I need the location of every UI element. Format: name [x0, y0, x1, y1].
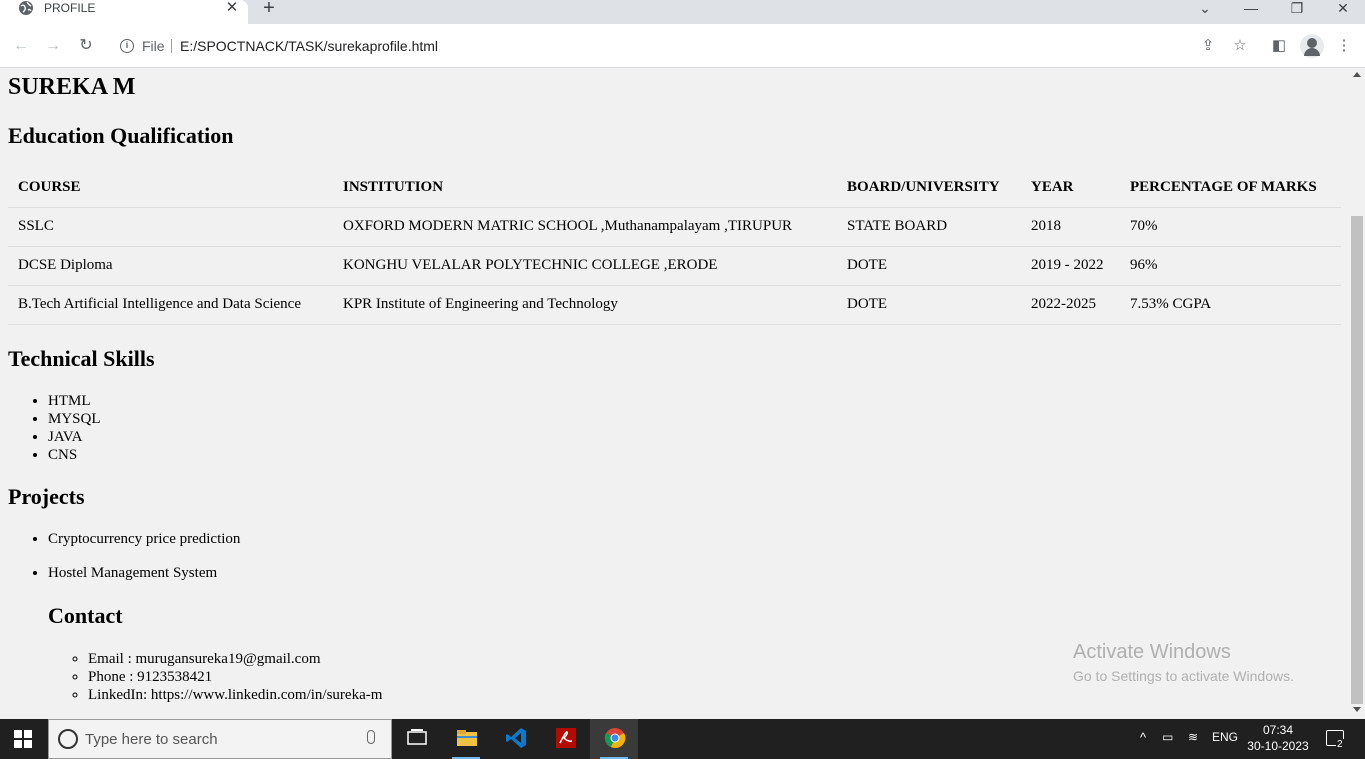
table-cell: B.Tech Artificial Intelligence and Data … [8, 285, 333, 325]
vertical-scrollbar[interactable] [1349, 68, 1365, 719]
watermark-subtitle: Go to Settings to activate Windows. [1073, 668, 1294, 684]
browser-toolbar: ← → ↻ i File E:/SPOCTNACK/TASK/surekapro… [0, 24, 1365, 68]
contact-list: Email : murugansureka19@gmail.com Phone … [88, 650, 382, 704]
star-icon[interactable]: ☆ [1230, 36, 1250, 56]
task-view-icon[interactable] [392, 719, 440, 759]
windows-start-icon[interactable] [14, 730, 32, 748]
list-item: Hostel Management System [48, 564, 240, 582]
profile-icon[interactable] [1300, 34, 1324, 58]
scroll-down-arrow[interactable] [1353, 707, 1361, 712]
projects-heading: Projects [8, 484, 85, 509]
list-item: HTML [48, 392, 101, 410]
table-row: B.Tech Artificial Intelligence and Data … [8, 285, 1341, 325]
table-cell: KONGHU VELALAR POLYTECHNIC COLLEGE ,EROD… [333, 246, 837, 286]
table-row: SSLC OXFORD MODERN MATRIC SCHOOL ,Muthan… [8, 207, 1341, 247]
column-header: YEAR [1021, 168, 1120, 208]
table-cell: DOTE [837, 246, 1021, 286]
table-cell: 2022-2025 [1021, 285, 1120, 325]
table-cell: KPR Institute of Engineering and Technol… [333, 285, 837, 325]
list-item: LinkedIn: https://www.linkedin.com/in/su… [88, 686, 382, 704]
column-header: BOARD/UNIVERSITY [837, 168, 1021, 208]
list-item: CNS [48, 446, 101, 464]
table-cell: SSLC [8, 207, 333, 247]
table-row: DCSE Diploma KONGHU VELALAR POLYTECHNIC … [8, 246, 1341, 286]
acrobat-icon[interactable] [541, 719, 589, 759]
tab-profile[interactable]: PROFILE ✕ [0, 0, 248, 24]
search-placeholder: Type here to search [85, 731, 218, 748]
table-cell: STATE BOARD [837, 207, 1021, 247]
scheme-label: File [142, 38, 165, 54]
column-header: INSTITUTION [333, 168, 837, 208]
list-item: MYSQL [48, 410, 101, 428]
forward-icon[interactable]: → [43, 36, 63, 56]
column-header: PERCENTAGE OF MARKS [1120, 168, 1341, 208]
chevron-down-icon[interactable]: ⌄ [1182, 0, 1228, 18]
table-cell: DOTE [837, 285, 1021, 325]
table-cell: 70% [1120, 207, 1341, 247]
language-indicator[interactable]: ENG [1212, 730, 1238, 744]
tab-title: PROFILE [44, 1, 96, 15]
projects-list: Cryptocurrency price prediction Hostel M… [48, 530, 240, 598]
activate-windows-watermark: Activate Windows Go to Settings to activ… [1073, 641, 1294, 684]
kebab-menu-icon[interactable]: ⋮ [1334, 36, 1354, 56]
education-heading: Education Qualification [8, 123, 234, 148]
profile-name: SUREKA M [8, 74, 136, 100]
chrome-icon[interactable] [590, 719, 638, 759]
microphone-icon[interactable] [367, 730, 375, 744]
page-viewport: SUREKA M Education Qualification COURSE … [0, 68, 1349, 719]
restore-icon[interactable]: ❐ [1274, 0, 1320, 18]
taskbar-search-input[interactable]: Type here to search [48, 719, 392, 759]
clock-time: 07:34 [1262, 723, 1294, 737]
back-icon[interactable]: ← [11, 36, 31, 56]
clock-date: 30-10-2023 [1247, 739, 1309, 753]
globe-icon [19, 1, 33, 15]
scrollbar-thumb[interactable] [1351, 216, 1363, 704]
education-table: COURSE INSTITUTION BOARD/UNIVERSITY YEAR… [8, 168, 1341, 325]
search-icon [58, 729, 78, 749]
skills-heading: Technical Skills [8, 346, 155, 371]
list-item: JAVA [48, 428, 101, 446]
table-cell: 96% [1120, 246, 1341, 286]
reload-icon[interactable]: ↻ [76, 36, 96, 56]
vscode-icon[interactable] [491, 719, 539, 759]
column-header: COURSE [8, 168, 333, 208]
chevron-up-icon[interactable]: ^ [1140, 730, 1146, 745]
address-bar[interactable]: i File E:/SPOCTNACK/TASK/surekaprofile.h… [110, 30, 1260, 62]
table-cell: 7.53% CGPA [1120, 285, 1341, 325]
table-cell: OXFORD MODERN MATRIC SCHOOL ,Muthanampal… [333, 207, 837, 247]
list-item: Cryptocurrency price prediction [48, 530, 240, 548]
list-item: Phone : 9123538421 [88, 668, 382, 686]
watermark-title: Activate Windows [1073, 641, 1231, 663]
list-item: Email : murugansureka19@gmail.com [88, 650, 382, 668]
table-header-row: COURSE INSTITUTION BOARD/UNIVERSITY YEAR… [8, 168, 1341, 208]
skills-list: HTML MYSQL JAVA CNS [48, 392, 101, 464]
divider [171, 39, 172, 53]
battery-icon[interactable]: ▭ [1162, 730, 1173, 744]
share-icon[interactable]: ⇪ [1198, 36, 1218, 56]
window-close-icon[interactable]: ✕ [1320, 0, 1365, 18]
minimize-icon[interactable]: — [1228, 0, 1274, 18]
contact-heading: Contact [48, 603, 123, 628]
side-panel-icon[interactable]: ◧ [1269, 36, 1289, 56]
wifi-icon[interactable]: ≋ [1188, 730, 1198, 744]
scroll-up-arrow[interactable] [1353, 72, 1361, 77]
file-explorer-icon[interactable] [442, 719, 490, 759]
table-cell: DCSE Diploma [8, 246, 333, 286]
plus-icon[interactable]: + [259, 0, 279, 18]
notification-count: 2 [1336, 739, 1344, 750]
info-icon[interactable]: i [120, 39, 134, 53]
table-cell: 2019 - 2022 [1021, 246, 1120, 286]
url-text[interactable]: E:/SPOCTNACK/TASK/surekaprofile.html [180, 38, 438, 54]
close-icon[interactable]: ✕ [224, 0, 240, 16]
taskbar: Type here to search ^ ▭ ≋ ENG 07:34 30-1… [0, 719, 1365, 759]
clock[interactable]: 07:34 30-10-2023 [1240, 722, 1316, 754]
tab-strip: PROFILE ✕ + ⌄ — ❐ ✕ [0, 0, 1365, 24]
table-cell: 2018 [1021, 207, 1120, 247]
